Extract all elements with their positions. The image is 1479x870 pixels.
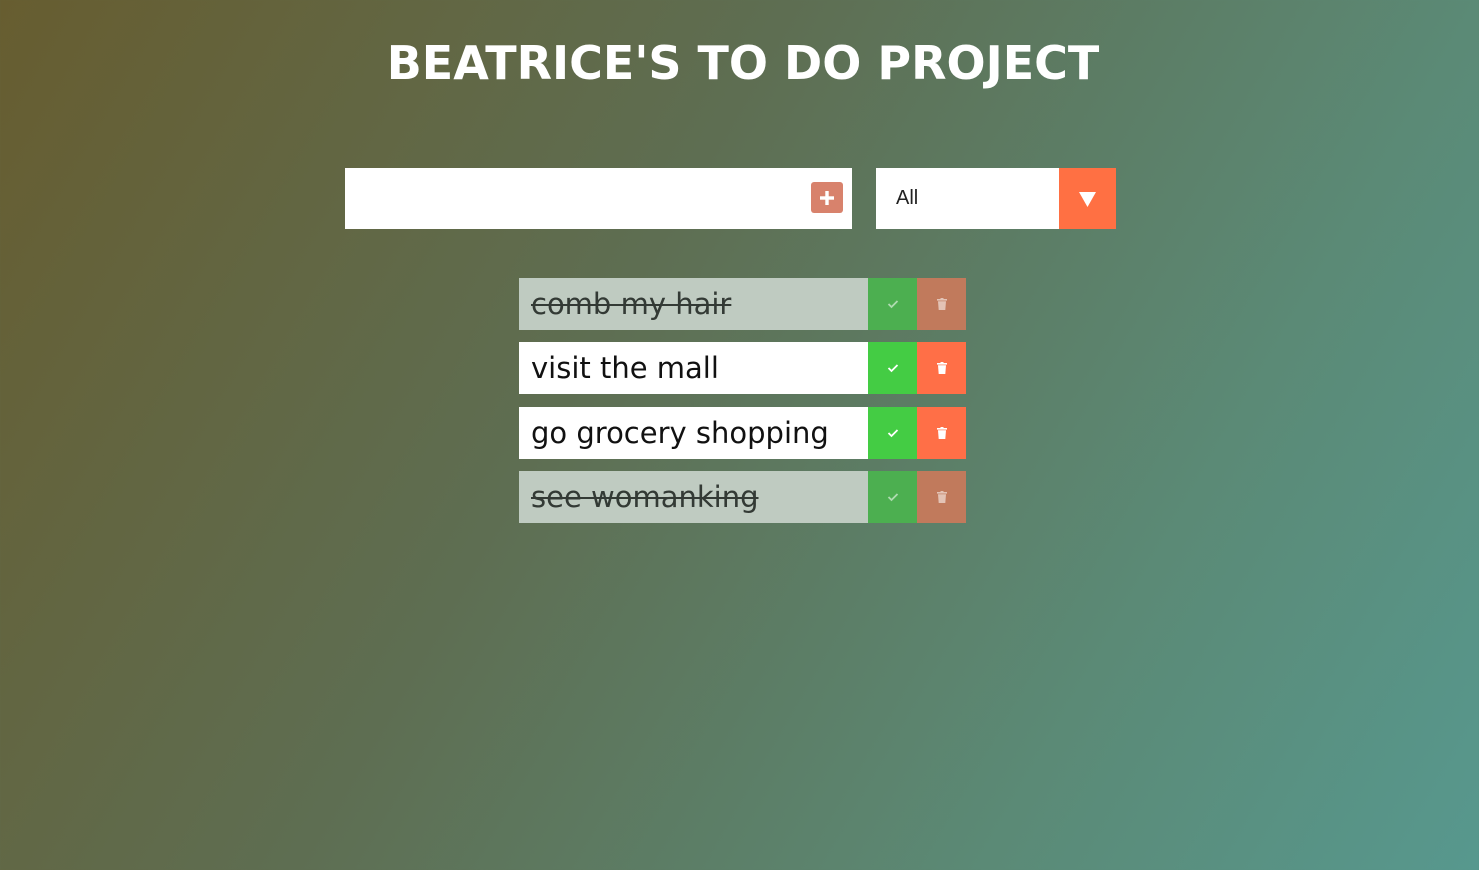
- complete-button[interactable]: [868, 471, 917, 523]
- page-title: BEATRICE'S TO DO PROJECT: [386, 36, 1100, 90]
- todo-text: go grocery shopping: [519, 407, 868, 459]
- todo-input[interactable]: [345, 168, 795, 229]
- caret-down-icon: [1079, 192, 1096, 207]
- trash-icon: [936, 491, 947, 503]
- check-icon: [887, 493, 898, 502]
- todo-text: see womanking: [519, 471, 868, 523]
- plus-icon: [820, 190, 834, 205]
- todo-item: visit the mall: [519, 342, 966, 394]
- check-icon: [887, 364, 898, 373]
- delete-button[interactable]: [917, 278, 966, 330]
- delete-button[interactable]: [917, 407, 966, 459]
- trash-icon: [936, 362, 947, 374]
- check-icon: [887, 429, 898, 438]
- delete-button[interactable]: [917, 471, 966, 523]
- todo-text: visit the mall: [519, 342, 868, 394]
- filter-selected-value: All: [896, 187, 919, 209]
- trash-icon: [936, 427, 947, 439]
- filter-dropdown-toggle[interactable]: [1059, 168, 1116, 229]
- todo-text: comb my hair: [519, 278, 868, 330]
- delete-button[interactable]: [917, 342, 966, 394]
- complete-button[interactable]: [868, 278, 917, 330]
- todo-item: go grocery shopping: [519, 407, 966, 459]
- complete-button[interactable]: [868, 407, 917, 459]
- filter-select[interactable]: All: [876, 168, 1116, 229]
- check-icon: [887, 300, 898, 309]
- trash-icon: [936, 298, 947, 310]
- todo-item: see womanking: [519, 471, 966, 523]
- todo-item: comb my hair: [519, 278, 966, 330]
- todo-input-container: [345, 168, 852, 229]
- complete-button[interactable]: [868, 342, 917, 394]
- add-todo-button[interactable]: [811, 182, 843, 213]
